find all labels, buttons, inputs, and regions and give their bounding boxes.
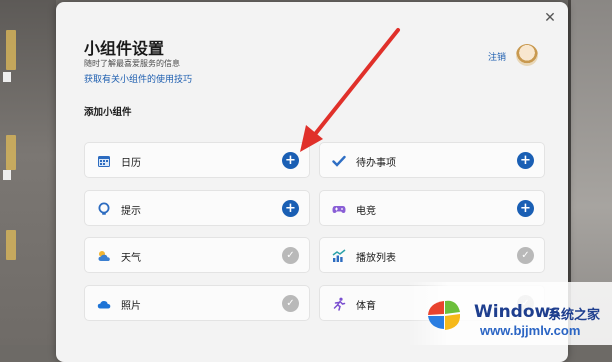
weather-icon	[98, 251, 110, 261]
widget-added-check-icon: ✓	[282, 247, 299, 264]
add-widget-button[interactable]: +	[282, 200, 299, 217]
sign-out-link[interactable]: 注销	[488, 50, 506, 63]
check-icon	[332, 155, 346, 167]
page-subtitle: 随时了解最喜爱服务的信息	[84, 59, 180, 68]
windows-logo-icon	[428, 300, 461, 330]
close-icon[interactable]: ✕	[542, 10, 558, 26]
desktop-folder-icon	[6, 135, 16, 170]
widget-label: 照片	[121, 301, 141, 312]
section-heading: 添加小组件	[84, 107, 132, 118]
gamepad-icon	[332, 206, 346, 213]
widget-card-calendar[interactable]: 日历 +	[84, 142, 310, 178]
watermark: Windows 系统之家 www.bjjmlv.com	[408, 282, 612, 345]
widget-card-tips[interactable]: 提示 +	[84, 190, 310, 226]
avatar[interactable]	[516, 44, 538, 66]
widget-card-playlist[interactable]: 播放列表 ✓	[319, 237, 545, 273]
cloud-icon	[97, 301, 111, 309]
widget-label: 日历	[121, 158, 141, 169]
widget-label: 天气	[121, 253, 141, 264]
tips-icon	[98, 202, 110, 215]
widget-card-esports[interactable]: 电竞 +	[319, 190, 545, 226]
runner-icon	[333, 297, 346, 311]
calendar-icon	[98, 156, 110, 167]
widget-added-check-icon: ✓	[517, 247, 534, 264]
chart-icon	[332, 249, 346, 262]
desktop-file-icon	[3, 170, 11, 180]
widget-label: 电竞	[356, 206, 376, 217]
widget-card-weather[interactable]: 天气 ✓	[84, 237, 310, 273]
desktop-background-left	[0, 0, 56, 345]
add-widget-button[interactable]: +	[517, 152, 534, 169]
watermark-brand-cn: 系统之家	[548, 308, 601, 323]
desktop-folder-icon	[6, 30, 16, 70]
widget-label: 播放列表	[356, 253, 396, 264]
desktop-folder-icon	[6, 230, 16, 260]
add-widget-button[interactable]: +	[282, 152, 299, 169]
watermark-url: www.bjjmlv.com	[480, 323, 581, 338]
widget-label: 提示	[121, 206, 141, 217]
desktop-file-icon	[3, 72, 11, 82]
tips-link[interactable]: 获取有关小组件的使用技巧	[84, 72, 192, 85]
widget-added-check-icon: ✓	[282, 295, 299, 312]
widget-label: 体育	[356, 301, 376, 312]
widget-card-photos[interactable]: 照片 ✓	[84, 285, 310, 321]
widget-card-todo[interactable]: 待办事项 +	[319, 142, 545, 178]
add-widget-button[interactable]: +	[517, 200, 534, 217]
widget-label: 待办事项	[356, 158, 396, 169]
page-title: 小组件设置	[84, 39, 165, 58]
